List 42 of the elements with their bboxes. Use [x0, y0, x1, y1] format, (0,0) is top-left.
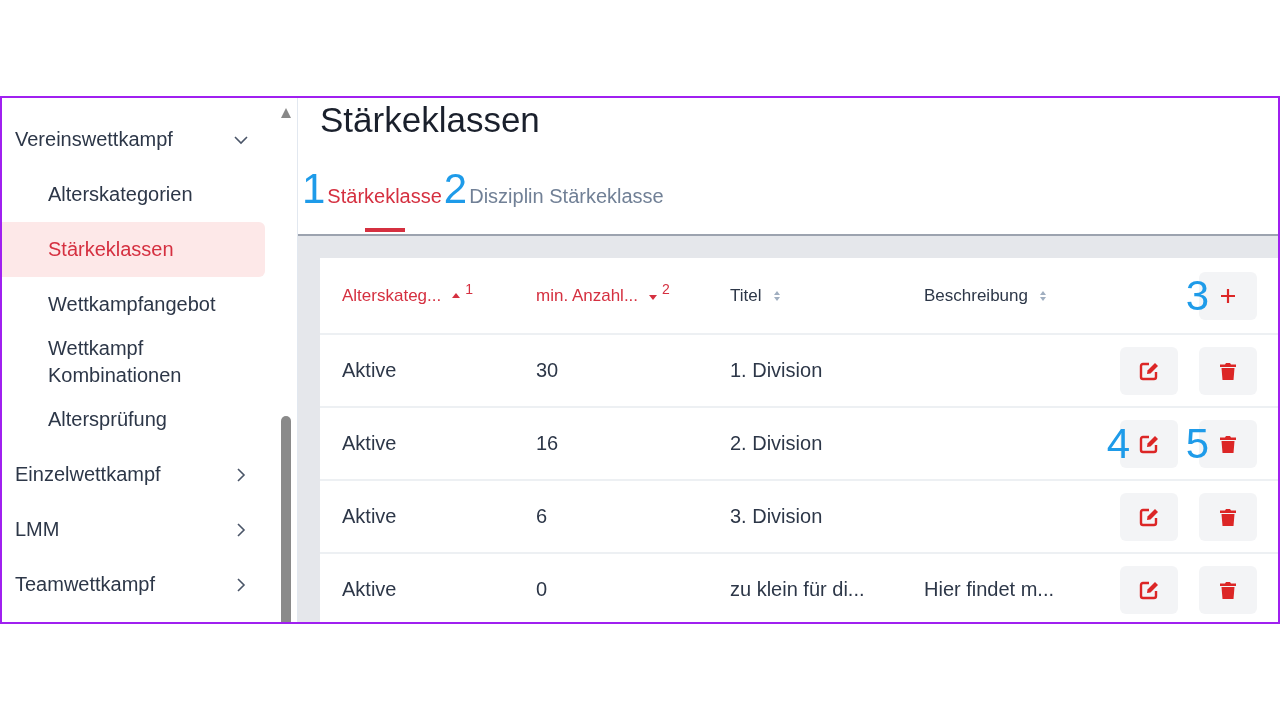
sidebar-item[interactable]: LMM — [2, 502, 279, 557]
delete-button[interactable] — [1199, 346, 1257, 395]
callout-number: 4 — [1106, 422, 1130, 465]
sidebar-subitem[interactable]: Altersprüfung — [2, 392, 265, 447]
table-cell: 2. Division — [730, 432, 823, 454]
column-header[interactable]: min. Anzahl... — [536, 285, 639, 306]
table-cell: 0 — [536, 578, 548, 600]
sort-rank: 1 — [465, 280, 473, 297]
edit-button[interactable] — [1120, 565, 1178, 614]
callout-number: 5 — [1185, 422, 1209, 465]
column-header[interactable]: Alterskateg... — [342, 285, 442, 306]
sidebar-item[interactable]: Einzelwettkampf — [2, 447, 279, 502]
edit-button[interactable] — [1120, 492, 1178, 541]
sidebar-subitem[interactable]: Stärkeklassen — [2, 222, 265, 277]
table-cell: Hier findet m... — [924, 578, 1055, 600]
table-cell: 30 — [536, 359, 559, 381]
callout-number: 1 — [302, 168, 326, 214]
page-title: Stärkeklassen — [320, 100, 541, 140]
table-cell: Aktive — [342, 578, 397, 600]
sidebar-subitem[interactable]: Wettkampfangebot — [2, 277, 265, 332]
callout-number: 3 — [1185, 274, 1209, 317]
table-cell: 1. Division — [730, 359, 823, 381]
table-cell: Aktive — [342, 359, 397, 381]
edit-button[interactable] — [1120, 346, 1178, 395]
sidebar-subitem[interactable]: Alterskategorien — [2, 167, 265, 222]
column-header[interactable]: Titel — [730, 285, 762, 306]
tab[interactable]: Stärkeklasse — [325, 185, 444, 234]
sidebar-item[interactable]: Vereinswettkampf — [2, 112, 279, 167]
callout-number: 2 — [443, 168, 468, 214]
table-cell: Aktive — [342, 505, 397, 527]
tab[interactable]: Disziplin Stärkeklasse — [467, 185, 666, 234]
table-cell: 3. Division — [730, 505, 823, 527]
table-cell: Aktive — [342, 432, 397, 454]
delete-button[interactable] — [1199, 565, 1257, 614]
sidebar-item[interactable]: Teamwettkampf — [2, 557, 279, 612]
table-cell: 16 — [536, 432, 559, 454]
sidebar-subitem[interactable]: Wettkampf Kombinationen — [2, 332, 265, 392]
column-header[interactable]: Beschreibung — [924, 285, 1028, 306]
sort-rank: 2 — [662, 280, 670, 297]
delete-button[interactable] — [1199, 492, 1257, 541]
table-cell: zu klein für di... — [730, 578, 865, 600]
table-cell: 6 — [536, 505, 548, 527]
